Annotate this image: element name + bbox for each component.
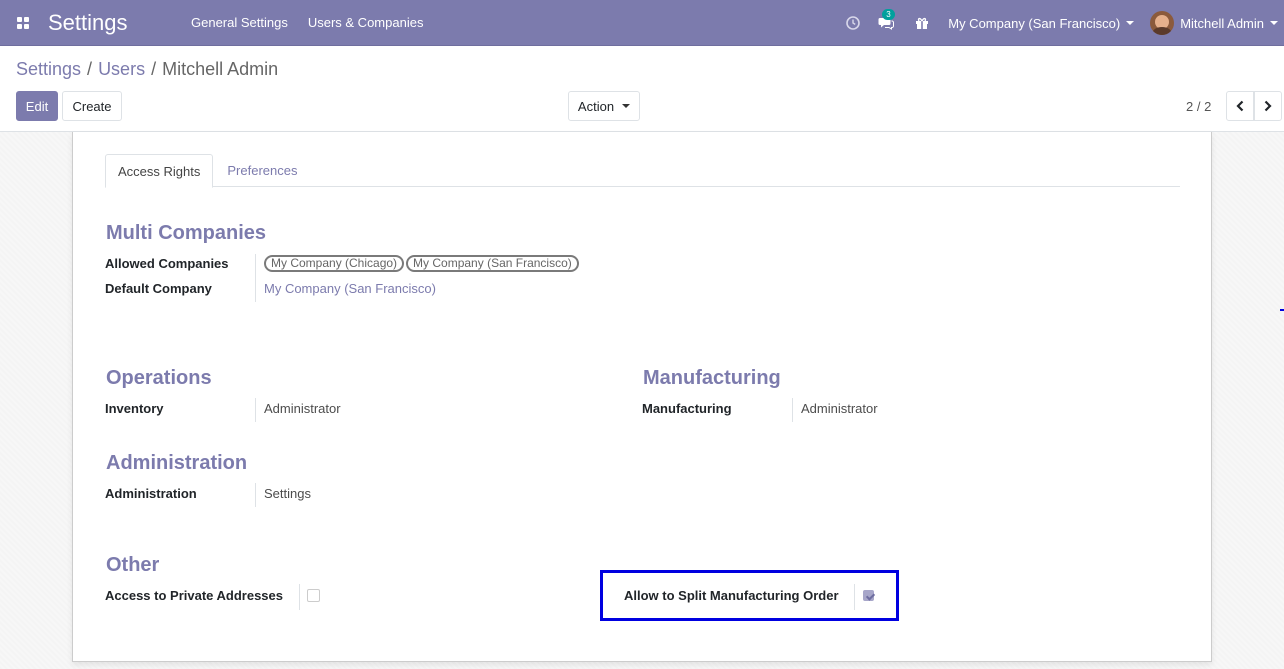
chat-icon[interactable]: 3 bbox=[868, 0, 904, 46]
company-switcher[interactable]: My Company (San Francisco) bbox=[934, 0, 1150, 46]
control-panel: Settings / Users / Mitchell Admin Edit C… bbox=[0, 46, 1284, 132]
field-label-private-addresses: Access to Private Addresses bbox=[105, 588, 284, 603]
chevron-down-icon bbox=[1126, 21, 1135, 25]
avatar bbox=[1150, 11, 1175, 35]
field-separator bbox=[255, 254, 256, 302]
pager-next-button[interactable] bbox=[1254, 91, 1282, 121]
private-addresses-checkbox[interactable] bbox=[307, 589, 320, 602]
allowed-companies-tags[interactable]: My Company (Chicago) My Company (San Fran… bbox=[264, 255, 581, 272]
group-title-other: Other bbox=[106, 554, 160, 576]
breadcrumb-users[interactable]: Users bbox=[98, 59, 145, 80]
breadcrumb: Settings / Users / Mitchell Admin bbox=[16, 59, 278, 80]
pager-previous-button[interactable] bbox=[1226, 91, 1254, 121]
edge-marker bbox=[1280, 309, 1284, 311]
tab-preferences[interactable]: Preferences bbox=[215, 154, 309, 187]
company-switcher-label: My Company (San Francisco) bbox=[948, 15, 1121, 31]
group-title-manufacturing: Manufacturing bbox=[643, 367, 781, 389]
messages-count-badge: 3 bbox=[882, 9, 895, 20]
action-dropdown[interactable]: Action bbox=[568, 91, 640, 121]
navbar-systray: 3 My Company (San Francisco) Mitchell Ad… bbox=[838, 0, 1284, 46]
field-label-manufacturing: Manufacturing bbox=[642, 401, 732, 416]
user-name: Mitchell Admin bbox=[1180, 15, 1264, 31]
inventory-value[interactable]: Administrator bbox=[264, 401, 341, 416]
manufacturing-value[interactable]: Administrator bbox=[801, 401, 878, 416]
default-company-link[interactable]: My Company (San Francisco) bbox=[264, 281, 436, 296]
company-tag[interactable]: My Company (Chicago) bbox=[264, 255, 405, 272]
pager-value[interactable]: 2 / 2 bbox=[1186, 99, 1211, 114]
administration-value[interactable]: Settings bbox=[264, 486, 311, 501]
chevron-right-icon bbox=[1264, 100, 1272, 112]
field-separator bbox=[255, 398, 256, 422]
notebook-tabs: Access Rights Preferences bbox=[105, 154, 1180, 188]
menu-users-companies[interactable]: Users & Companies bbox=[298, 15, 434, 30]
tab-access-rights[interactable]: Access Rights bbox=[105, 154, 214, 188]
highlight-box bbox=[600, 570, 899, 621]
breadcrumb-current: Mitchell Admin bbox=[162, 59, 279, 79]
field-label-allowed-companies: Allowed Companies bbox=[105, 256, 229, 271]
group-title-multi-companies: Multi Companies bbox=[106, 222, 267, 244]
user-menu[interactable]: Mitchell Admin bbox=[1150, 0, 1284, 46]
field-separator bbox=[299, 584, 300, 610]
group-title-administration: Administration bbox=[106, 452, 248, 474]
edit-button[interactable]: Edit bbox=[16, 91, 58, 121]
create-button[interactable]: Create bbox=[62, 91, 122, 121]
action-dropdown-label: Action bbox=[577, 98, 615, 114]
gift-icon[interactable] bbox=[910, 0, 934, 46]
app-title[interactable]: Settings bbox=[48, 10, 181, 36]
chevron-down-icon bbox=[1270, 21, 1278, 25]
chevron-left-icon bbox=[1236, 100, 1244, 112]
breadcrumb-separator: / bbox=[87, 59, 93, 79]
group-title-operations: Operations bbox=[106, 367, 212, 389]
breadcrumb-settings[interactable]: Settings bbox=[16, 59, 81, 80]
field-separator bbox=[792, 398, 793, 422]
field-label-default-company: Default Company bbox=[105, 281, 212, 296]
field-label-administration: Administration bbox=[105, 486, 197, 501]
menu-general-settings[interactable]: General Settings bbox=[181, 15, 298, 30]
chevron-down-icon bbox=[622, 104, 631, 108]
apps-menu-icon[interactable] bbox=[0, 0, 46, 46]
top-navbar: Settings General Settings Users & Compan… bbox=[0, 0, 1284, 46]
breadcrumb-separator: / bbox=[151, 59, 157, 79]
company-tag[interactable]: My Company (San Francisco) bbox=[406, 255, 579, 272]
field-label-inventory: Inventory bbox=[105, 401, 164, 416]
field-separator bbox=[255, 483, 256, 507]
clock-icon[interactable] bbox=[838, 0, 868, 46]
